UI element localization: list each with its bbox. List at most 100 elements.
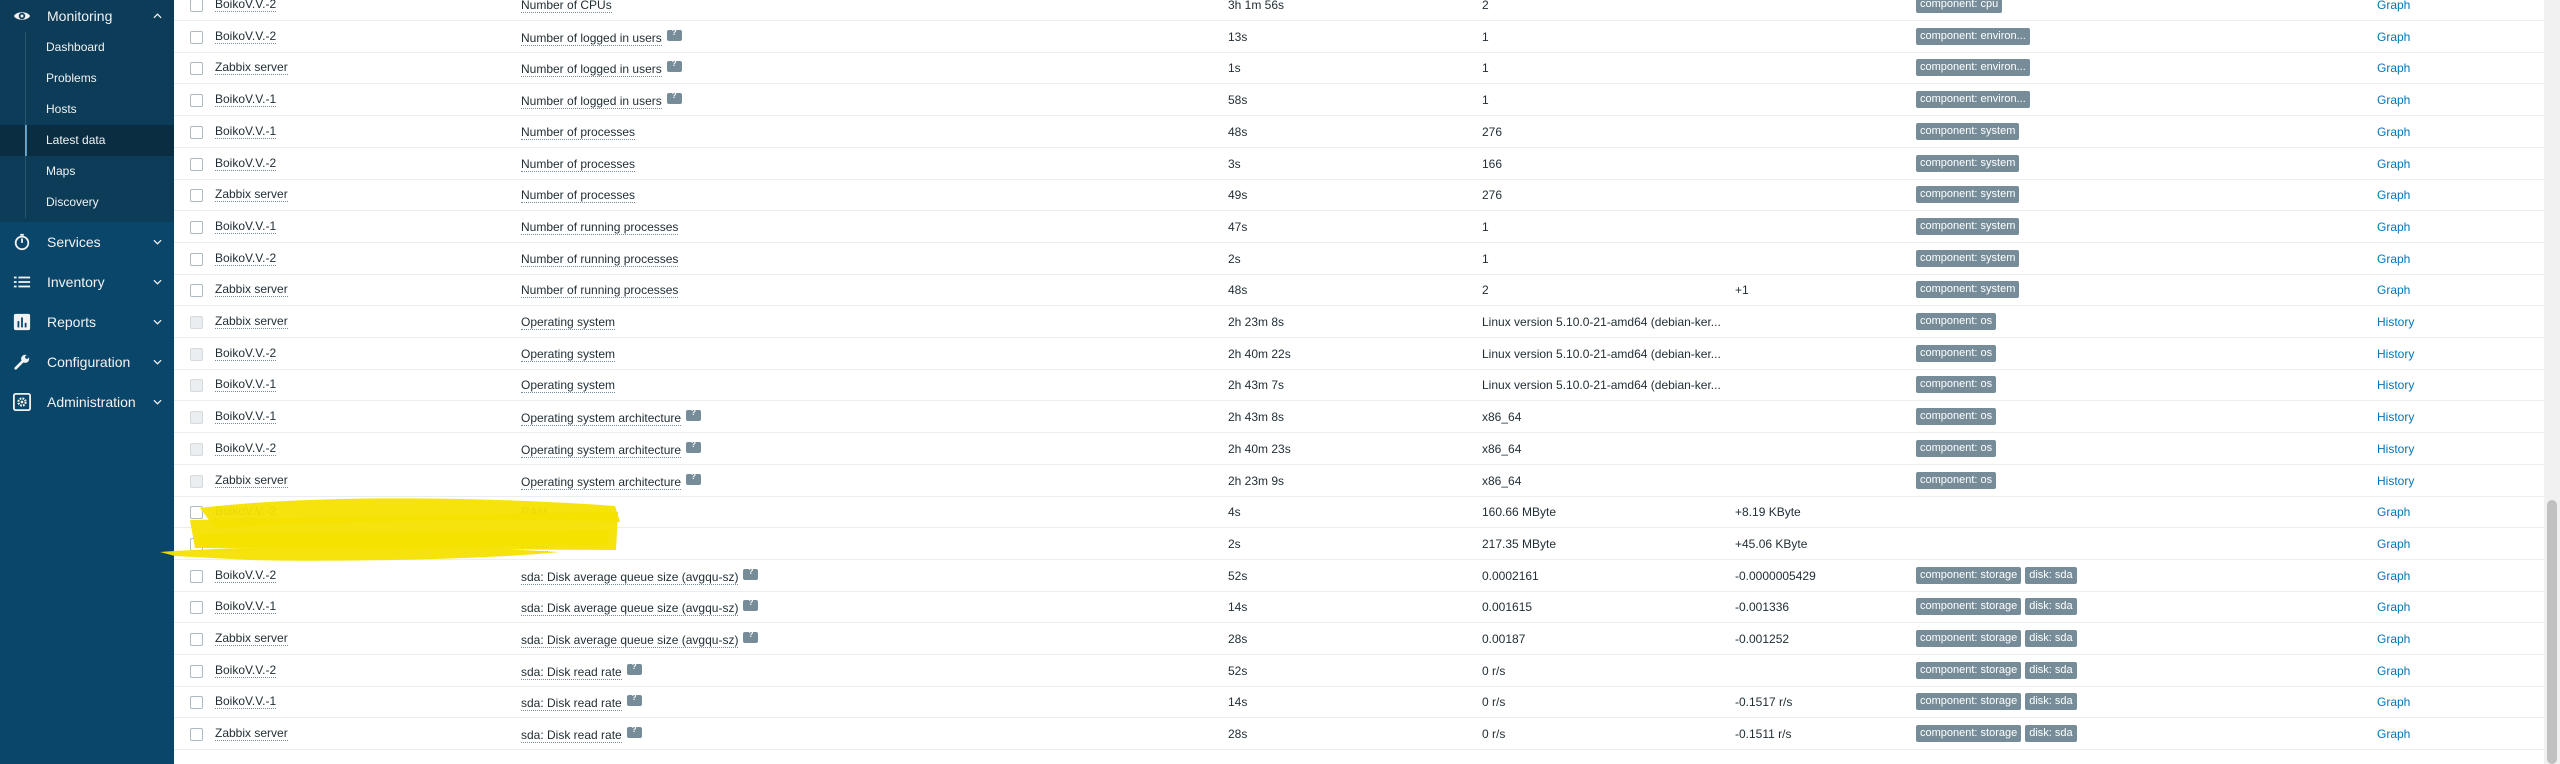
- graph-link[interactable]: Graph: [2377, 695, 2410, 709]
- submenu-item-problems[interactable]: Problems: [0, 63, 174, 94]
- tag-badge[interactable]: component: storage: [1916, 661, 2022, 679]
- help-hint-icon[interactable]: [686, 408, 702, 422]
- help-hint-icon[interactable]: [686, 440, 702, 453]
- host-link[interactable]: BoikoV.V.-2: [215, 346, 277, 361]
- tag-badge[interactable]: component: storage: [1916, 630, 2022, 647]
- row-checkbox[interactable]: [190, 220, 203, 234]
- tag-badge[interactable]: component: environ...: [1916, 59, 2030, 77]
- tag-badge[interactable]: component: system: [1916, 186, 2020, 204]
- item-name-link[interactable]: Number of processes: [521, 156, 636, 172]
- graph-link[interactable]: Graph: [2377, 125, 2410, 139]
- submenu-item-dashboard[interactable]: Dashboard: [0, 32, 174, 63]
- help-hint-icon[interactable]: [666, 91, 682, 105]
- graph-link[interactable]: Graph: [2377, 505, 2410, 519]
- graph-link[interactable]: Graph: [2377, 30, 2410, 44]
- submenu-item-maps[interactable]: Maps: [0, 156, 174, 187]
- item-name-link[interactable]: Number of CPUs: [521, 0, 612, 13]
- item-name-link[interactable]: sda: Disk average queue size (avgqu-sz): [521, 601, 739, 617]
- graph-link[interactable]: Graph: [2377, 157, 2410, 171]
- host-link[interactable]: Zabbix server: [215, 61, 288, 76]
- scrollbar-thumb[interactable]: [2547, 500, 2557, 764]
- item-name-link[interactable]: Number of logged in users: [521, 94, 662, 110]
- host-link[interactable]: BoikoV.V.-1: [215, 219, 277, 234]
- item-name-link[interactable]: sda: Disk average queue size (avgqu-sz): [521, 633, 739, 648]
- item-name-link[interactable]: Number of logged in users: [521, 62, 662, 78]
- history-link[interactable]: History: [2377, 347, 2414, 361]
- tag-badge[interactable]: component: os: [1916, 376, 1997, 394]
- submenu-item-discovery[interactable]: Discovery: [0, 187, 174, 218]
- row-checkbox[interactable]: [190, 601, 203, 615]
- row-checkbox[interactable]: [190, 537, 203, 551]
- item-name-link[interactable]: sda: Disk average queue size (avgqu-sz): [521, 569, 739, 585]
- tag-badge[interactable]: component: storage: [1916, 598, 2022, 616]
- menu-inventory[interactable]: Inventory: [0, 262, 174, 302]
- item-name-link[interactable]: Operating system: [521, 346, 616, 362]
- row-checkbox[interactable]: [190, 506, 203, 520]
- row-checkbox[interactable]: [190, 728, 203, 742]
- item-name-link[interactable]: RAM: [521, 536, 548, 552]
- item-name-link[interactable]: Operating system architecture: [521, 411, 682, 427]
- host-link[interactable]: BoikoV.V.-1: [215, 410, 277, 425]
- graph-link[interactable]: Graph: [2377, 569, 2410, 583]
- help-hint-icon[interactable]: [626, 693, 642, 707]
- help-hint-icon[interactable]: [666, 59, 682, 73]
- tag-badge[interactable]: component: storage: [1916, 693, 2022, 711]
- graph-link[interactable]: Graph: [2377, 664, 2410, 678]
- host-link[interactable]: BoikoV.V.-2: [215, 29, 277, 44]
- item-name-link[interactable]: Operating system architecture: [521, 474, 682, 490]
- item-name-link[interactable]: Number of running processes: [521, 219, 679, 235]
- tag-badge[interactable]: disk: sda: [2025, 661, 2077, 679]
- tag-badge[interactable]: component: os: [1916, 408, 1997, 426]
- host-link[interactable]: Zabbix server: [215, 632, 288, 646]
- tag-badge[interactable]: component: system: [1916, 154, 2020, 172]
- tag-badge[interactable]: component: system: [1916, 281, 2020, 299]
- history-link[interactable]: History: [2377, 378, 2414, 392]
- tag-badge[interactable]: component: os: [1916, 344, 1997, 362]
- host-link[interactable]: BoikoV.V.-2: [215, 441, 277, 456]
- host-link[interactable]: BoikoV.V.-1: [215, 536, 277, 551]
- row-checkbox[interactable]: [190, 30, 203, 44]
- row-checkbox[interactable]: [190, 189, 203, 203]
- tag-badge[interactable]: component: storage: [1916, 566, 2022, 584]
- host-link[interactable]: BoikoV.V.-2: [215, 663, 277, 678]
- host-link[interactable]: BoikoV.V.-1: [215, 124, 277, 139]
- tag-badge[interactable]: component: system: [1916, 249, 2020, 267]
- host-link[interactable]: Zabbix server: [215, 188, 288, 203]
- row-checkbox[interactable]: [190, 696, 203, 710]
- tag-badge[interactable]: component: cpu: [1916, 0, 2003, 13]
- item-name-link[interactable]: sda: Disk read rate: [521, 696, 622, 712]
- row-checkbox[interactable]: [190, 569, 203, 583]
- row-checkbox[interactable]: [190, 664, 203, 678]
- tag-badge[interactable]: component: os: [1916, 313, 1997, 330]
- submenu-item-latest-data[interactable]: Latest data: [0, 125, 174, 156]
- item-name-link[interactable]: Number of running processes: [521, 251, 679, 267]
- tag-badge[interactable]: disk: sda: [2025, 566, 2077, 584]
- graph-link[interactable]: Graph: [2377, 61, 2410, 75]
- row-checkbox[interactable]: [190, 62, 203, 76]
- item-name-link[interactable]: Operating system: [521, 315, 616, 330]
- graph-link[interactable]: Graph: [2377, 727, 2410, 741]
- row-checkbox[interactable]: [190, 633, 203, 646]
- history-link[interactable]: History: [2377, 315, 2414, 329]
- host-link[interactable]: BoikoV.V.-2: [215, 0, 277, 12]
- tag-badge[interactable]: component: environ...: [1916, 27, 2030, 45]
- row-checkbox[interactable]: [190, 0, 203, 12]
- history-link[interactable]: History: [2377, 410, 2414, 424]
- graph-link[interactable]: Graph: [2377, 600, 2410, 614]
- graph-link[interactable]: Graph: [2377, 0, 2410, 12]
- row-checkbox[interactable]: [190, 125, 203, 139]
- tag-badge[interactable]: component: os: [1916, 471, 1997, 489]
- row-checkbox[interactable]: [190, 284, 203, 298]
- host-link[interactable]: Zabbix server: [215, 283, 288, 298]
- tag-badge[interactable]: component: os: [1916, 439, 1997, 457]
- help-hint-icon[interactable]: [626, 725, 642, 739]
- item-name-link[interactable]: Number of logged in users: [521, 30, 662, 46]
- graph-link[interactable]: Graph: [2377, 632, 2410, 646]
- menu-configuration[interactable]: Configuration: [0, 342, 174, 382]
- item-name-link[interactable]: Operating system architecture: [521, 442, 682, 458]
- host-link[interactable]: BoikoV.V.-2: [215, 505, 277, 520]
- history-link[interactable]: History: [2377, 474, 2414, 488]
- item-name-link[interactable]: RAM: [521, 505, 548, 521]
- menu-administration[interactable]: Administration: [0, 382, 174, 422]
- help-hint-icon[interactable]: [743, 598, 759, 612]
